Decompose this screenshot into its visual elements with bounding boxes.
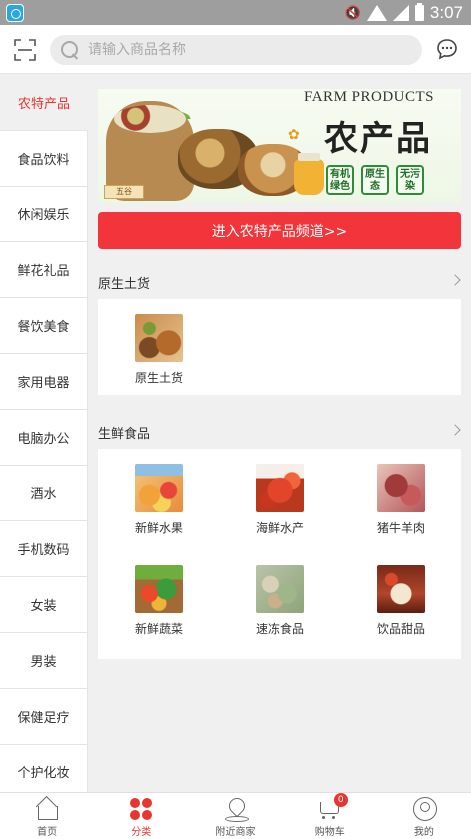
product-label: 原生土货 xyxy=(134,371,183,385)
product-item[interactable]: 海鲜水产 xyxy=(225,464,335,536)
vegetables-image xyxy=(135,565,183,613)
enter-channel-button[interactable]: 进入农特产品频道>> xyxy=(98,212,461,249)
honey-jar-image xyxy=(294,153,324,195)
frozen-food-image xyxy=(256,565,304,613)
nav-label: 首页 xyxy=(37,827,58,838)
status-bar: 🔇 3:07 xyxy=(0,0,471,25)
product-label: 新鲜蔬菜 xyxy=(134,622,183,636)
nav-nearby-merchants[interactable]: 附近商家 xyxy=(188,793,282,839)
meat-image xyxy=(377,464,425,512)
sidebar-item-personal-care[interactable]: 个护化妆 xyxy=(0,744,88,792)
section-title-fresh-food: 生鲜食品 xyxy=(98,427,151,442)
cart-count-badge: 0 xyxy=(333,793,348,807)
status-time: 3:07 xyxy=(429,3,463,22)
sidebar-item-mens-clothing[interactable]: 男装 xyxy=(0,632,88,689)
home-icon xyxy=(34,797,60,821)
product-item[interactable]: 原生土货 xyxy=(104,314,214,386)
nav-category[interactable]: 分类 xyxy=(94,793,188,839)
sidebar-item-farm-products[interactable]: 农特产品 xyxy=(0,75,88,131)
banner-badges: 有机绿色 原生态 无污染 xyxy=(326,165,424,195)
cart-icon: 0 xyxy=(317,793,348,821)
sidebar-item-computer-office[interactable]: 电脑办公 xyxy=(0,409,88,466)
badge-organic: 有机绿色 xyxy=(326,165,354,195)
chevron-right-icon[interactable] xyxy=(449,424,461,436)
sidebar-item-liquor[interactable]: 酒水 xyxy=(0,465,88,522)
sidebar-item-mobile-digital[interactable]: 手机数码 xyxy=(0,521,88,578)
scan-icon[interactable] xyxy=(14,39,36,61)
chevron-right-icon[interactable] xyxy=(449,274,461,286)
nav-label: 附近商家 xyxy=(215,827,256,838)
category-sidebar: 农特产品 食品饮料 休闲娱乐 鲜花礼品 餐饮美食 家用电器 电脑办公 酒水 手机… xyxy=(0,75,88,792)
product-item[interactable]: 饮品甜品 xyxy=(346,565,456,637)
location-icon xyxy=(223,797,249,822)
banner-title-en: FARM PRODUCTS xyxy=(304,89,435,105)
product-label: 饮品甜品 xyxy=(376,622,425,636)
product-item[interactable]: 新鲜蔬菜 xyxy=(104,565,214,637)
banner-title-cn: 农产品 xyxy=(324,119,432,159)
sidebar-item-dining[interactable]: 餐饮美食 xyxy=(0,298,88,354)
nav-profile[interactable]: 我的 xyxy=(377,793,471,839)
battery-icon xyxy=(414,3,424,21)
category-content: 五谷 ✿ FARM PRODUCTS 农产品 有机绿色 原生态 无污染 进入农特… xyxy=(88,75,471,792)
sidebar-item-womens-clothing[interactable]: 女装 xyxy=(0,577,88,633)
section-card-fresh-food: 新鲜水果 海鲜水产 猪牛羊肉 新鲜蔬菜 速冻食品 饮品甜品 xyxy=(98,449,461,659)
bee-icon: ✿ xyxy=(288,127,300,143)
top-bar xyxy=(0,25,471,74)
farm-products-banner[interactable]: 五谷 ✿ FARM PRODUCTS 农产品 有机绿色 原生态 无污染 xyxy=(98,89,461,203)
sidebar-item-food-drinks[interactable]: 食品饮料 xyxy=(0,130,88,187)
section-card-native-goods: 原生土货 xyxy=(98,299,461,395)
category-icon xyxy=(128,797,154,821)
product-item[interactable]: 速冻食品 xyxy=(225,565,335,637)
mute-icon: 🔇 xyxy=(344,5,361,21)
nav-label: 我的 xyxy=(413,827,434,838)
search-bar[interactable] xyxy=(50,35,422,65)
product-item[interactable]: 新鲜水果 xyxy=(104,464,214,536)
badge-pollution-free: 无污染 xyxy=(396,165,424,195)
search-input[interactable] xyxy=(88,42,388,58)
message-icon[interactable] xyxy=(436,38,458,60)
section-title-native-goods: 原生土货 xyxy=(98,277,151,292)
nav-cart[interactable]: 0 购物车 xyxy=(283,793,377,839)
sidebar-item-flowers-gifts[interactable]: 鲜花礼品 xyxy=(0,242,88,299)
product-label: 速冻食品 xyxy=(255,622,304,636)
sidebar-item-health-massage[interactable]: 保健足疗 xyxy=(0,688,88,745)
wifi-icon xyxy=(366,5,387,21)
sidebar-item-appliances[interactable]: 家用电器 xyxy=(0,353,88,410)
signal-icon xyxy=(392,5,409,21)
native-goods-image xyxy=(135,314,183,362)
product-label: 海鲜水产 xyxy=(255,521,304,535)
profile-icon xyxy=(411,797,437,821)
nav-home[interactable]: 首页 xyxy=(0,793,94,839)
nav-label: 分类 xyxy=(131,827,152,838)
search-icon xyxy=(60,40,80,60)
product-item[interactable]: 猪牛羊肉 xyxy=(346,464,456,536)
nav-label: 购物车 xyxy=(314,827,345,838)
fresh-fruit-image xyxy=(135,464,183,512)
drinks-desserts-image xyxy=(377,565,425,613)
status-icons: 🔇 3:07 xyxy=(345,3,463,23)
bottom-nav: 首页 分类 附近商家 0 购物车 我的 xyxy=(0,792,471,839)
sidebar-item-leisure[interactable]: 休闲娱乐 xyxy=(0,186,88,243)
badge-natural: 原生态 xyxy=(361,165,389,195)
sack-tag: 五谷 xyxy=(104,185,144,199)
product-label: 新鲜水果 xyxy=(134,521,183,535)
seafood-image xyxy=(256,464,304,512)
app-notification-icon xyxy=(6,4,24,22)
product-label: 猪牛羊肉 xyxy=(376,521,425,535)
